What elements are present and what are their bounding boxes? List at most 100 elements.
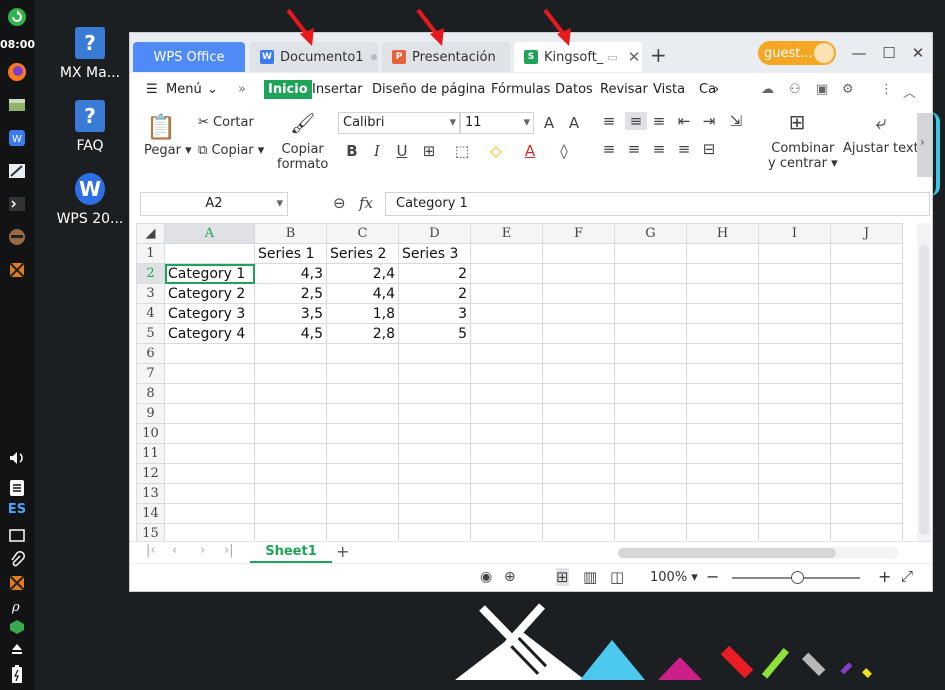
- cell[interactable]: [398, 503, 471, 524]
- font-family-select[interactable]: Calibri ▾: [338, 112, 460, 134]
- cell[interactable]: [686, 403, 759, 424]
- tab-kingsoft[interactable]: S Kingsoft_ ▭ ✕: [514, 42, 642, 72]
- cell[interactable]: [254, 483, 327, 504]
- paste-icon[interactable]: 📋: [146, 113, 176, 141]
- editor-icon[interactable]: [6, 160, 28, 182]
- cell[interactable]: [470, 483, 543, 504]
- terminal-icon[interactable]: [6, 193, 28, 215]
- cell[interactable]: [830, 523, 903, 541]
- formula-input[interactable]: Category 1: [385, 192, 930, 216]
- borders-icon[interactable]: ⊞: [420, 142, 438, 160]
- cell[interactable]: [542, 523, 615, 541]
- cell[interactable]: [686, 343, 759, 364]
- cell[interactable]: [614, 383, 687, 404]
- cell[interactable]: [614, 363, 687, 384]
- tab-inicio[interactable]: Inicio: [264, 80, 312, 99]
- cell[interactable]: [686, 383, 759, 404]
- share-icon[interactable]: ⚇: [789, 82, 801, 97]
- keyboard-layout[interactable]: ES: [0, 502, 34, 517]
- cell[interactable]: [254, 503, 327, 524]
- cell[interactable]: [830, 363, 903, 384]
- cell[interactable]: [686, 243, 759, 264]
- menu-button[interactable]: Menú: [166, 82, 202, 97]
- cell[interactable]: [254, 463, 327, 484]
- format-painter-button[interactable]: Copiar formato: [277, 142, 328, 172]
- cell[interactable]: [542, 403, 615, 424]
- row-header[interactable]: 11: [136, 443, 165, 464]
- row-header[interactable]: 13: [136, 483, 165, 504]
- cell[interactable]: [758, 463, 831, 484]
- notes-icon[interactable]: [6, 477, 28, 499]
- cell[interactable]: [758, 403, 831, 424]
- cell[interactable]: 2: [398, 263, 471, 284]
- last-sheet-icon[interactable]: ›|: [224, 543, 234, 558]
- wrap-text-button[interactable]: Ajustar texto: [843, 141, 927, 156]
- cell[interactable]: [686, 323, 759, 344]
- cell[interactable]: [542, 263, 615, 284]
- row-header[interactable]: 3: [136, 283, 165, 304]
- row-header[interactable]: 1: [136, 243, 165, 264]
- paste-button[interactable]: Pegar ▾: [144, 143, 192, 158]
- clock[interactable]: 08:00: [0, 38, 35, 51]
- cell[interactable]: [830, 483, 903, 504]
- cell[interactable]: [542, 383, 615, 404]
- maximize-icon[interactable]: ☐: [878, 42, 900, 64]
- cut-button[interactable]: ✂ Cortar: [198, 115, 254, 130]
- column-header[interactable]: E: [470, 223, 543, 244]
- cell[interactable]: [686, 363, 759, 384]
- zoom-select[interactable]: 100% ▾: [650, 570, 698, 585]
- cell[interactable]: [830, 323, 903, 344]
- column-header[interactable]: A: [164, 223, 255, 244]
- cell[interactable]: [758, 263, 831, 284]
- row-header[interactable]: 14: [136, 503, 165, 524]
- cell[interactable]: [830, 343, 903, 364]
- file-manager-icon[interactable]: [6, 94, 28, 116]
- zoom-in-icon[interactable]: +: [878, 567, 891, 586]
- cell[interactable]: [830, 263, 903, 284]
- cell[interactable]: [254, 423, 327, 444]
- cell[interactable]: Series 3: [398, 243, 471, 264]
- cell[interactable]: [470, 423, 543, 444]
- cell[interactable]: 4,3: [254, 263, 327, 284]
- cell[interactable]: [686, 443, 759, 464]
- cell[interactable]: [686, 263, 759, 284]
- more-tabs-icon[interactable]: »: [238, 82, 246, 97]
- cell[interactable]: [470, 363, 543, 384]
- cell[interactable]: Category 1: [164, 263, 255, 284]
- underline-icon[interactable]: U: [393, 142, 411, 160]
- cell[interactable]: Series 1: [254, 243, 327, 264]
- cell[interactable]: [758, 323, 831, 344]
- cell[interactable]: [542, 363, 615, 384]
- cell[interactable]: [830, 243, 903, 264]
- cell[interactable]: [758, 243, 831, 264]
- chevron-right-icon[interactable]: ›: [714, 82, 719, 97]
- tab-wps-office[interactable]: WPS Office: [133, 42, 245, 72]
- cell[interactable]: [326, 423, 399, 444]
- cell[interactable]: [614, 343, 687, 364]
- column-header[interactable]: I: [758, 223, 831, 244]
- align-left-icon[interactable]: ≡: [600, 140, 618, 158]
- cell[interactable]: [254, 443, 327, 464]
- cell[interactable]: 2: [398, 283, 471, 304]
- align-right-icon[interactable]: ≡: [650, 140, 668, 158]
- cell[interactable]: [398, 423, 471, 444]
- cell[interactable]: 2,4: [326, 263, 399, 284]
- cell[interactable]: [326, 343, 399, 364]
- cell[interactable]: [398, 383, 471, 404]
- column-header[interactable]: G: [614, 223, 687, 244]
- user-account-button[interactable]: guest...: [758, 41, 836, 65]
- sheet-grid[interactable]: ◢ A B C D E F G H I J 1 Series 1 Series 2S…: [136, 223, 916, 541]
- pen-icon[interactable]: ρ: [6, 595, 28, 617]
- cell[interactable]: [614, 243, 687, 264]
- update-icon[interactable]: [6, 6, 28, 28]
- cell[interactable]: [614, 283, 687, 304]
- close-tab-icon[interactable]: ✕: [628, 48, 641, 66]
- cell[interactable]: [164, 483, 255, 504]
- cell[interactable]: [164, 443, 255, 464]
- crosshair-icon[interactable]: ⊕: [504, 569, 516, 585]
- cell[interactable]: [758, 303, 831, 324]
- cell[interactable]: [758, 483, 831, 504]
- bold-icon[interactable]: B: [343, 142, 361, 160]
- sheet-tab[interactable]: Sheet1: [250, 544, 332, 563]
- cell[interactable]: [470, 463, 543, 484]
